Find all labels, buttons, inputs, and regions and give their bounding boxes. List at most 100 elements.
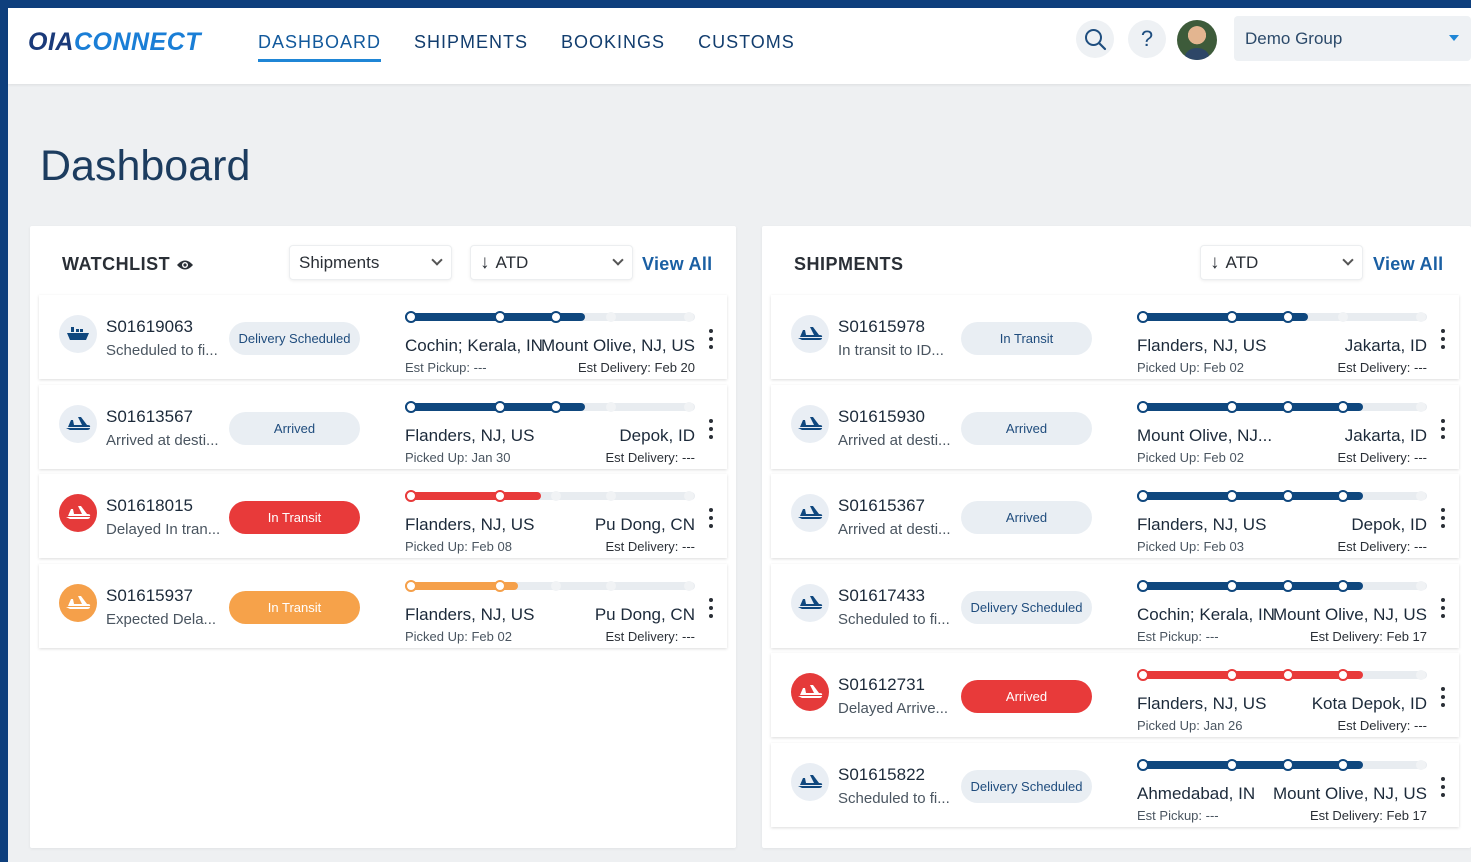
shipment-id[interactable]: S01615367 (838, 496, 925, 516)
eye-icon[interactable] (176, 259, 194, 271)
more-options-icon[interactable] (1440, 776, 1446, 797)
est-delivery-date: Est Delivery: Feb 17 (1309, 628, 1427, 644)
origin-location: Flanders, NJ, US (1137, 336, 1267, 355)
plane-icon (66, 595, 91, 609)
shipment-row[interactable]: S01617433 Scheduled to fi... Delivery Sche… (771, 563, 1459, 648)
progress-stop-pending (1416, 312, 1426, 322)
pickup-date: Est Pickup: --- (405, 360, 487, 375)
group-select[interactable]: Demo Group (1234, 16, 1471, 61)
plane-icon (66, 506, 91, 519)
progress-stop (1226, 579, 1238, 592)
more-options-icon[interactable] (708, 508, 714, 528)
watchlist-title: WATCHLIST (62, 254, 194, 275)
shipment-row[interactable]: S01613567 Arrived at desti... Arrived Fland… (39, 384, 727, 469)
search-button[interactable] (1076, 20, 1114, 58)
status-badge: In Transit (229, 501, 360, 534)
mode-icon-badge (791, 762, 829, 801)
more-options-icon[interactable] (708, 329, 714, 349)
shipment-status-text: Expected Dela... (106, 610, 217, 628)
progress-stop (1137, 311, 1149, 323)
progress-stop (1337, 758, 1349, 771)
more-options-icon[interactable] (1440, 418, 1446, 439)
watchlist-view-all-link[interactable]: View All (642, 254, 712, 275)
nav-dashboard[interactable]: DASHBOARD (258, 32, 382, 62)
shipment-row[interactable]: S01615822 Scheduled to fi... Delivery Sche… (771, 742, 1459, 827)
shipment-id[interactable]: S01612731 (838, 675, 925, 695)
progress-track (405, 579, 695, 592)
origin-location: Flanders, NJ, US (405, 425, 535, 445)
progress-track (1137, 400, 1427, 413)
help-button[interactable]: ? (1128, 20, 1166, 58)
more-options-icon[interactable] (708, 597, 714, 618)
shipment-id[interactable]: S01615822 (838, 765, 925, 785)
progress-stop (405, 579, 417, 592)
plane-icon (798, 327, 823, 340)
shipment-id[interactable]: S01615937 (106, 586, 193, 606)
plane-icon (798, 416, 823, 430)
shipment-status-text: Scheduled to fi... (106, 342, 218, 359)
more-options-icon[interactable] (1440, 687, 1446, 707)
shipments-sort-value: ATD (1225, 252, 1259, 272)
origin-location: Flanders, NJ, US (405, 604, 535, 624)
progress-stop (1337, 400, 1349, 413)
avatar[interactable] (1177, 20, 1217, 60)
shipment-id[interactable]: S01615978 (838, 317, 925, 337)
pickup-date: Picked Up: Feb 02 (405, 628, 512, 644)
chevron-down-icon (431, 254, 443, 266)
nav-bookings[interactable]: BOOKINGS (561, 32, 665, 62)
est-delivery-date: Est Delivery: --- (605, 539, 695, 554)
more-options-icon[interactable] (1440, 508, 1446, 528)
shipment-row[interactable]: S01615367 Arrived at desti... Arrived Fland… (771, 474, 1459, 558)
shipment-row[interactable]: S01615937 Expected Dela... In Transit Fland… (39, 563, 727, 648)
shipment-id[interactable]: S01613567 (106, 407, 193, 427)
shipments-view-all-link[interactable]: View All (1373, 254, 1443, 275)
progress-track (1137, 490, 1427, 502)
shipment-id[interactable]: S01619063 (106, 317, 193, 337)
nav-shipments[interactable]: SHIPMENTS (414, 32, 528, 62)
progress-stop-pending (606, 312, 616, 322)
shipment-row[interactable]: S01615930 Arrived at desti... Arrived Mount… (771, 384, 1459, 469)
more-options-icon[interactable] (1440, 329, 1446, 349)
status-badge: Delivery Scheduled (229, 322, 360, 355)
shipment-status-text: Arrived at desti... (106, 431, 219, 449)
progress-stop-pending (1416, 759, 1426, 770)
pickup-date: Picked Up: Feb 02 (1137, 360, 1244, 375)
watchlist-type-dropdown[interactable]: Shipments (289, 245, 452, 280)
est-delivery-date: Est Delivery: --- (1337, 718, 1427, 733)
progress-stop-pending (684, 401, 694, 412)
progress-stop-pending (1416, 670, 1426, 680)
shipment-row[interactable]: S01619063 Scheduled to fi... Delivery Sche… (39, 295, 727, 379)
progress-stop-pending (684, 580, 694, 591)
est-delivery-date: Est Delivery: --- (1337, 539, 1427, 554)
group-select-value: Demo Group (1245, 28, 1343, 48)
shipment-id[interactable]: S01617433 (838, 586, 925, 606)
origin-location: Flanders, NJ, US (1137, 694, 1267, 713)
est-delivery-date: Est Delivery: Feb 20 (577, 360, 695, 375)
progress-stop-pending (1416, 580, 1426, 591)
shipment-row[interactable]: S01618015 Delayed In tran... In Transit Fla… (39, 474, 727, 558)
status-badge: Arrived (961, 501, 1092, 534)
shipment-status-text: Delayed In tran... (106, 521, 221, 538)
more-options-icon[interactable] (1440, 597, 1446, 618)
chevron-down-icon (1342, 254, 1354, 266)
progress-stop (1282, 669, 1294, 681)
nav-customs[interactable]: CUSTOMS (698, 32, 795, 62)
shipment-row[interactable]: S01615978 In transit to ID... In Transit Fl… (771, 295, 1459, 379)
shipments-sort-dropdown[interactable]: ↓ ATD (1200, 245, 1363, 280)
progress-stop-pending (1338, 312, 1348, 322)
watchlist-sort-dropdown[interactable]: ↓ ATD (470, 245, 633, 280)
progress-stop (550, 311, 562, 323)
sort-arrow-icon: ↓ (480, 251, 490, 273)
shipment-id[interactable]: S01615930 (838, 407, 925, 427)
shipment-row[interactable]: S01612731 Delayed Arrive... Arrived Flander… (771, 653, 1459, 737)
destination-location: Mount Olive, NJ, US (1273, 604, 1427, 624)
more-options-icon[interactable] (708, 418, 714, 439)
shipment-id[interactable]: S01618015 (106, 496, 193, 516)
status-badge: In Transit (229, 590, 360, 624)
progress-stop (1137, 758, 1149, 771)
progress-track (405, 400, 695, 413)
progress-stop (1226, 669, 1238, 681)
status-badge: Delivery Scheduled (961, 769, 1092, 803)
brand-logo[interactable]: OIACONNECT (28, 28, 201, 57)
plane-icon (798, 774, 823, 788)
